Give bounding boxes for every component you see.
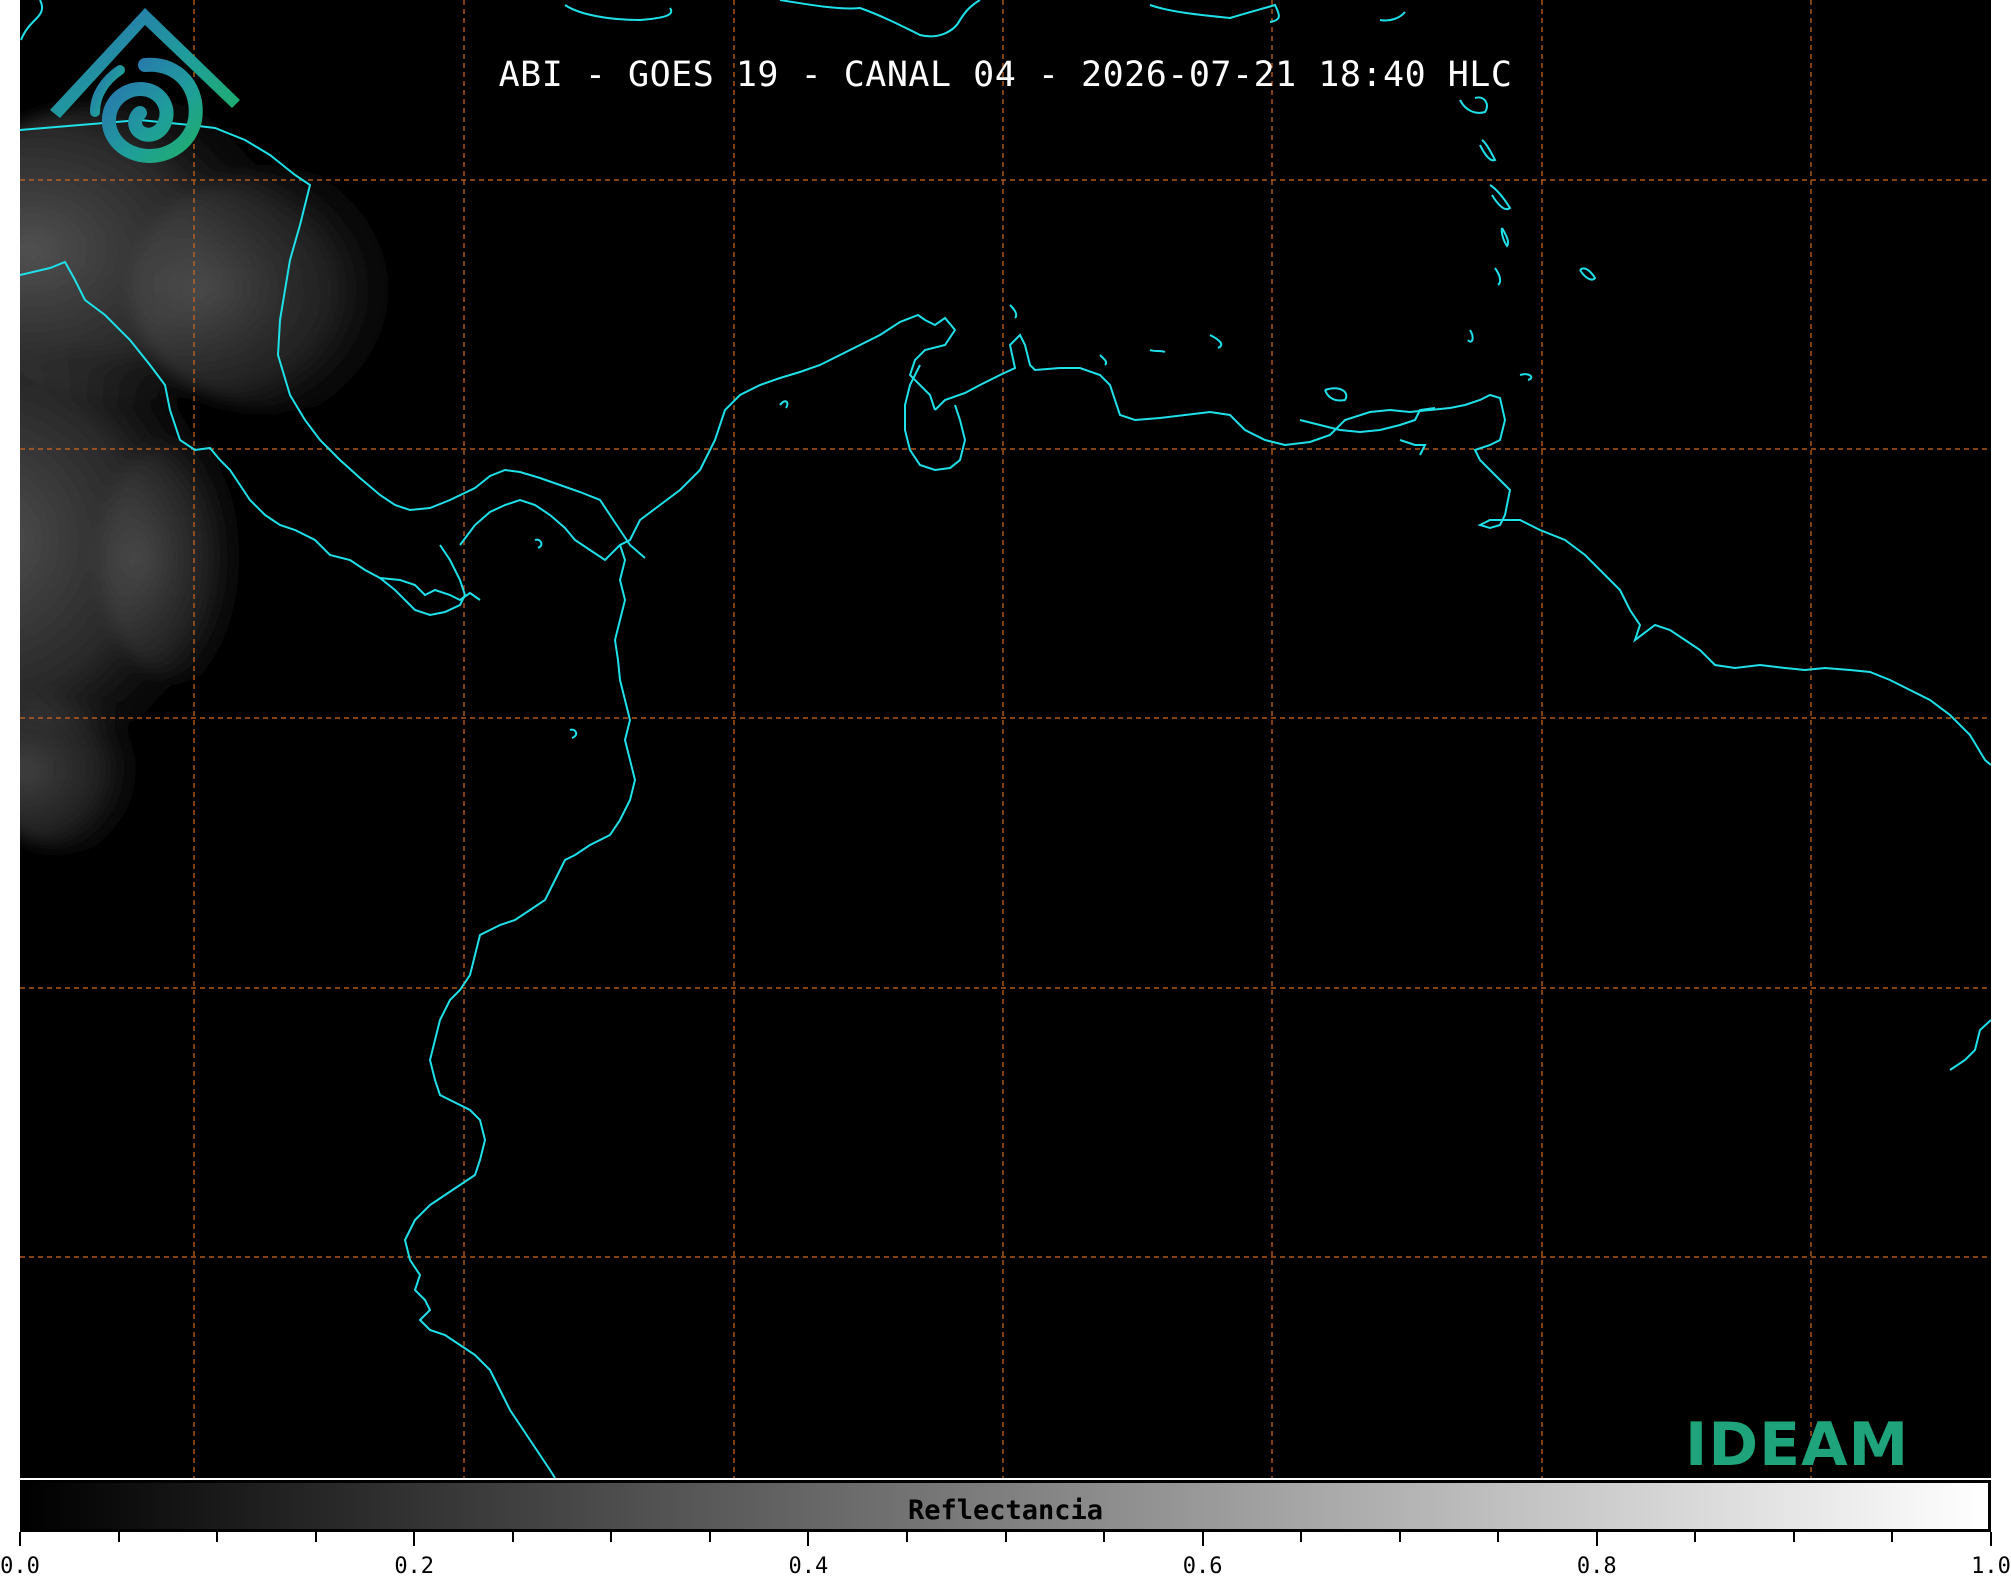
minor-tick <box>314 1532 317 1542</box>
tick-label: 1.0 <box>1971 1554 2011 1579</box>
map-canvas <box>20 0 1991 1478</box>
map-title: ABI - GOES 19 - CANAL 04 - 2026-07-21 18… <box>498 55 1513 95</box>
tick-label: 0.0 <box>0 1554 40 1579</box>
major-tick <box>413 1532 416 1546</box>
minor-tick <box>1300 1532 1303 1542</box>
minor-tick <box>117 1532 120 1542</box>
tick-label: 0.8 <box>1576 1554 1617 1579</box>
major-tick <box>807 1532 810 1546</box>
colorbar-label: Reflectancia <box>907 1495 1104 1526</box>
minor-tick <box>1103 1532 1106 1542</box>
ideam-mountain-spiral-logo <box>50 8 240 163</box>
logo-text: IDEAM <box>1685 1410 1910 1478</box>
major-tick <box>1595 1532 1598 1546</box>
minor-tick <box>1497 1532 1500 1542</box>
minor-tick <box>511 1532 514 1542</box>
major-tick <box>19 1532 21 1546</box>
minor-tick <box>1792 1532 1795 1542</box>
tick-label: 0.6 <box>1182 1554 1223 1579</box>
colorbar-ticks: 0.0 0.2 0.4 0.6 0.8 1.0 <box>0 1532 2011 1579</box>
tick-label: 0.2 <box>394 1554 435 1579</box>
minor-tick <box>1891 1532 1894 1542</box>
minor-tick <box>1004 1532 1007 1542</box>
minor-tick <box>708 1532 711 1542</box>
minor-tick <box>1694 1532 1697 1542</box>
major-tick <box>1990 1532 1992 1546</box>
major-tick <box>1201 1532 1204 1546</box>
satellite-image: ABI - GOES 19 - CANAL 04 - 2026-07-21 18… <box>20 0 1991 1478</box>
minor-tick <box>905 1532 908 1542</box>
minor-tick <box>610 1532 613 1542</box>
colorbar: Reflectancia <box>20 1480 1991 1532</box>
minor-tick <box>216 1532 219 1542</box>
tick-label: 0.4 <box>788 1554 829 1579</box>
minor-tick <box>1398 1532 1401 1542</box>
